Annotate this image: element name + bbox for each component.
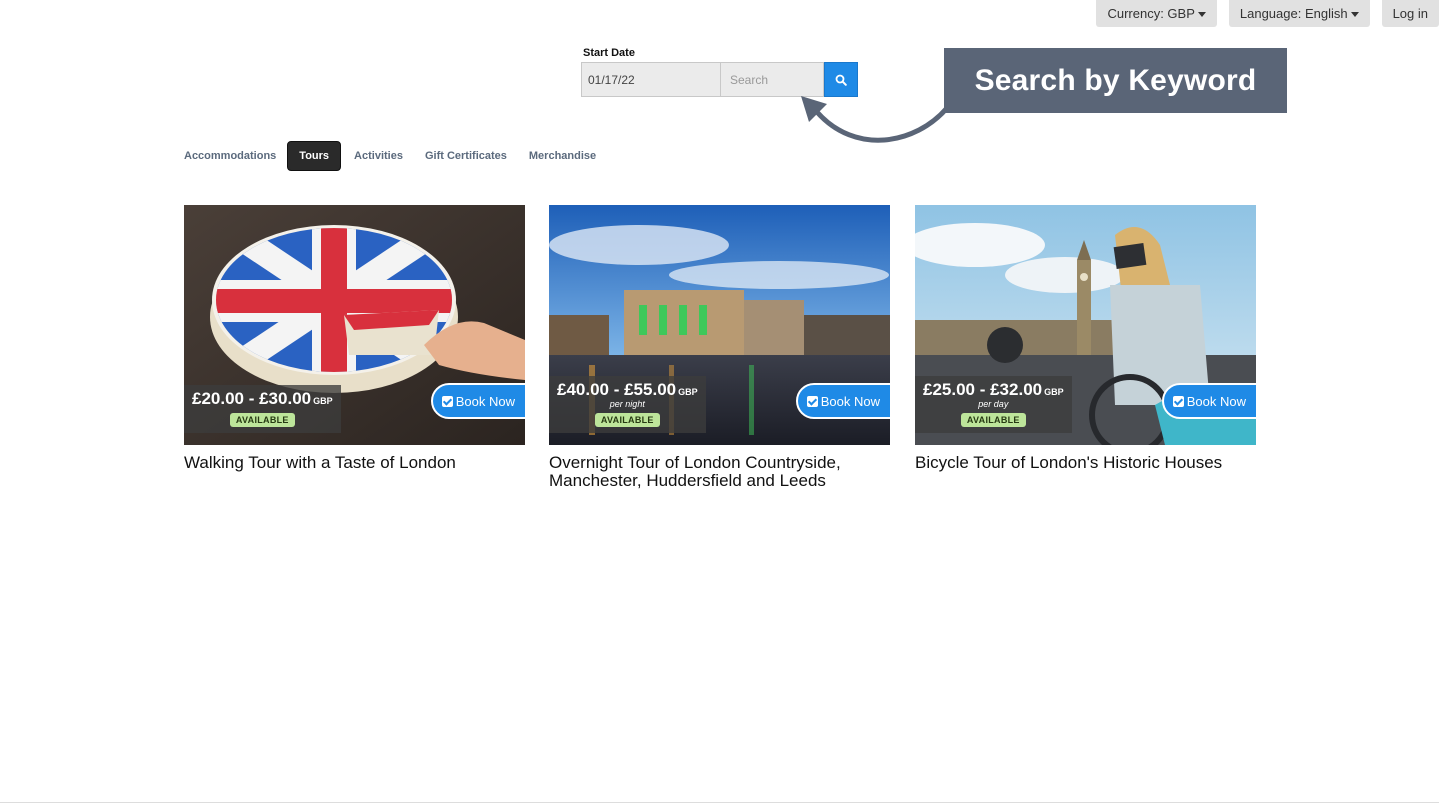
price-range: £20.00 - £30.00 (192, 389, 312, 408)
price-currency: GBP (1044, 387, 1064, 397)
product-image[interactable]: £40.00 - £55.00 GBP per night AVAILABLE B… (549, 205, 890, 445)
price-range: £25.00 - £32.00 (923, 380, 1043, 399)
chevron-down-icon (1197, 11, 1206, 17)
tab-activities[interactable]: Activities (343, 141, 414, 171)
price-box: £20.00 - £30.00 GBP AVAILABLE (184, 385, 341, 433)
price-unit: per day (978, 399, 1009, 409)
top-bar: Currency: GBP Language: English Log in (1096, 0, 1439, 27)
tab-tours[interactable]: Tours (287, 141, 342, 171)
available-badge: AVAILABLE (960, 413, 1026, 427)
product-image[interactable]: £25.00 - £32.00 GBP per day AVAILABLE Boo… (915, 205, 1256, 445)
book-now-button[interactable]: Book Now (795, 383, 890, 419)
start-date-input[interactable]: 01/17/22 (581, 62, 721, 97)
price-box: £40.00 - £55.00 GBP per night AVAILABLE (549, 376, 706, 433)
tab-accommodations[interactable]: Accommodations (184, 141, 287, 171)
product-title[interactable]: Walking Tour with a Taste of London (184, 454, 525, 472)
price-range: £40.00 - £55.00 (557, 380, 677, 399)
language-label: Language: English (1239, 6, 1348, 21)
product-image[interactable]: £20.00 - £30.00 GBP AVAILABLE Book Now (184, 205, 525, 445)
price-currency: GBP (313, 396, 333, 406)
currency-label: Currency: GBP (1107, 6, 1195, 21)
price-unit: per night (609, 399, 645, 409)
category-tabs: Accommodations Tours Activities Gift Cer… (184, 141, 607, 171)
product-title[interactable]: Bicycle Tour of London's Historic Houses (915, 454, 1256, 472)
currency-dropdown[interactable]: Currency: GBP (1096, 0, 1217, 27)
login-button[interactable]: Log in (1381, 0, 1439, 27)
search-by-keyword-callout: Search by Keyword (944, 48, 1287, 113)
book-now-label: Book Now (455, 393, 515, 409)
product-card: £20.00 - £30.00 GBP AVAILABLE Book Now Wa… (184, 205, 525, 472)
book-now-button[interactable]: Book Now (1161, 383, 1256, 419)
checkbox-icon (1172, 395, 1184, 407)
product-card: £25.00 - £32.00 GBP per day AVAILABLE Boo… (915, 205, 1256, 472)
available-badge: AVAILABLE (229, 413, 295, 427)
tab-merchandise[interactable]: Merchandise (518, 141, 607, 171)
book-now-label: Book Now (1186, 393, 1246, 409)
start-date-label: Start Date (583, 47, 635, 59)
language-dropdown[interactable]: Language: English (1228, 0, 1370, 27)
checkbox-icon (441, 395, 453, 407)
tab-gift-certificates[interactable]: Gift Certificates (414, 141, 518, 171)
chevron-down-icon (1350, 11, 1359, 17)
available-badge: AVAILABLE (594, 413, 660, 427)
search-icon (835, 74, 847, 86)
callout-arrow-icon (801, 96, 950, 143)
price-currency: GBP (678, 387, 698, 397)
price-box: £25.00 - £32.00 GBP per day AVAILABLE (915, 376, 1072, 433)
book-now-label: Book Now (820, 393, 880, 409)
book-now-button[interactable]: Book Now (430, 383, 525, 419)
product-card: £40.00 - £55.00 GBP per night AVAILABLE B… (549, 205, 890, 490)
checkbox-icon (806, 395, 818, 407)
product-title[interactable]: Overnight Tour of London Countryside, Ma… (549, 454, 890, 490)
